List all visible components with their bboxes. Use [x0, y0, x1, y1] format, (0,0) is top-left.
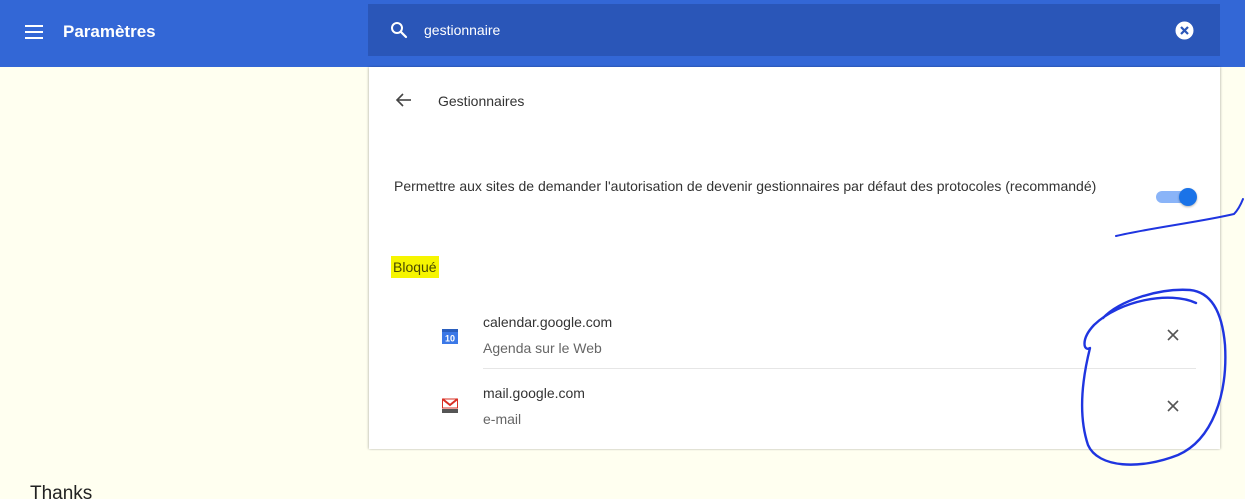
gmail-icon	[442, 398, 458, 413]
site-name-calendar: calendar.google.com	[483, 314, 613, 330]
site-name-mail: mail.google.com	[483, 385, 585, 401]
close-icon[interactable]	[1163, 396, 1183, 416]
google-calendar-icon: 10	[442, 329, 458, 344]
screenshot: Paramètres Gestionnaires Permettre aux s…	[0, 0, 1245, 499]
search-input[interactable]	[424, 18, 1124, 42]
toggle-knob	[1179, 188, 1197, 206]
search-icon	[391, 22, 408, 39]
blocked-section-heading: Bloqué	[391, 256, 439, 278]
hamburger-menu-icon[interactable]	[25, 25, 47, 41]
svg-text:10: 10	[445, 334, 455, 344]
app-title: Paramètres	[63, 22, 156, 41]
protocol-handler-setting-label: Permettre aux sites de demander l'autori…	[394, 178, 1097, 194]
clear-circle-icon[interactable]	[1175, 21, 1194, 40]
protocol-handler-toggle[interactable]	[1153, 187, 1197, 207]
close-icon[interactable]	[1163, 325, 1183, 345]
site-description-mail: e-mail	[483, 411, 522, 427]
row-divider	[483, 368, 1196, 369]
site-description-calendar: Agenda sur le Web	[483, 340, 602, 356]
bottom-message: Thanks	[30, 483, 93, 499]
page-title: Gestionnaires	[438, 93, 525, 109]
arrow-back-icon[interactable]	[394, 90, 414, 110]
